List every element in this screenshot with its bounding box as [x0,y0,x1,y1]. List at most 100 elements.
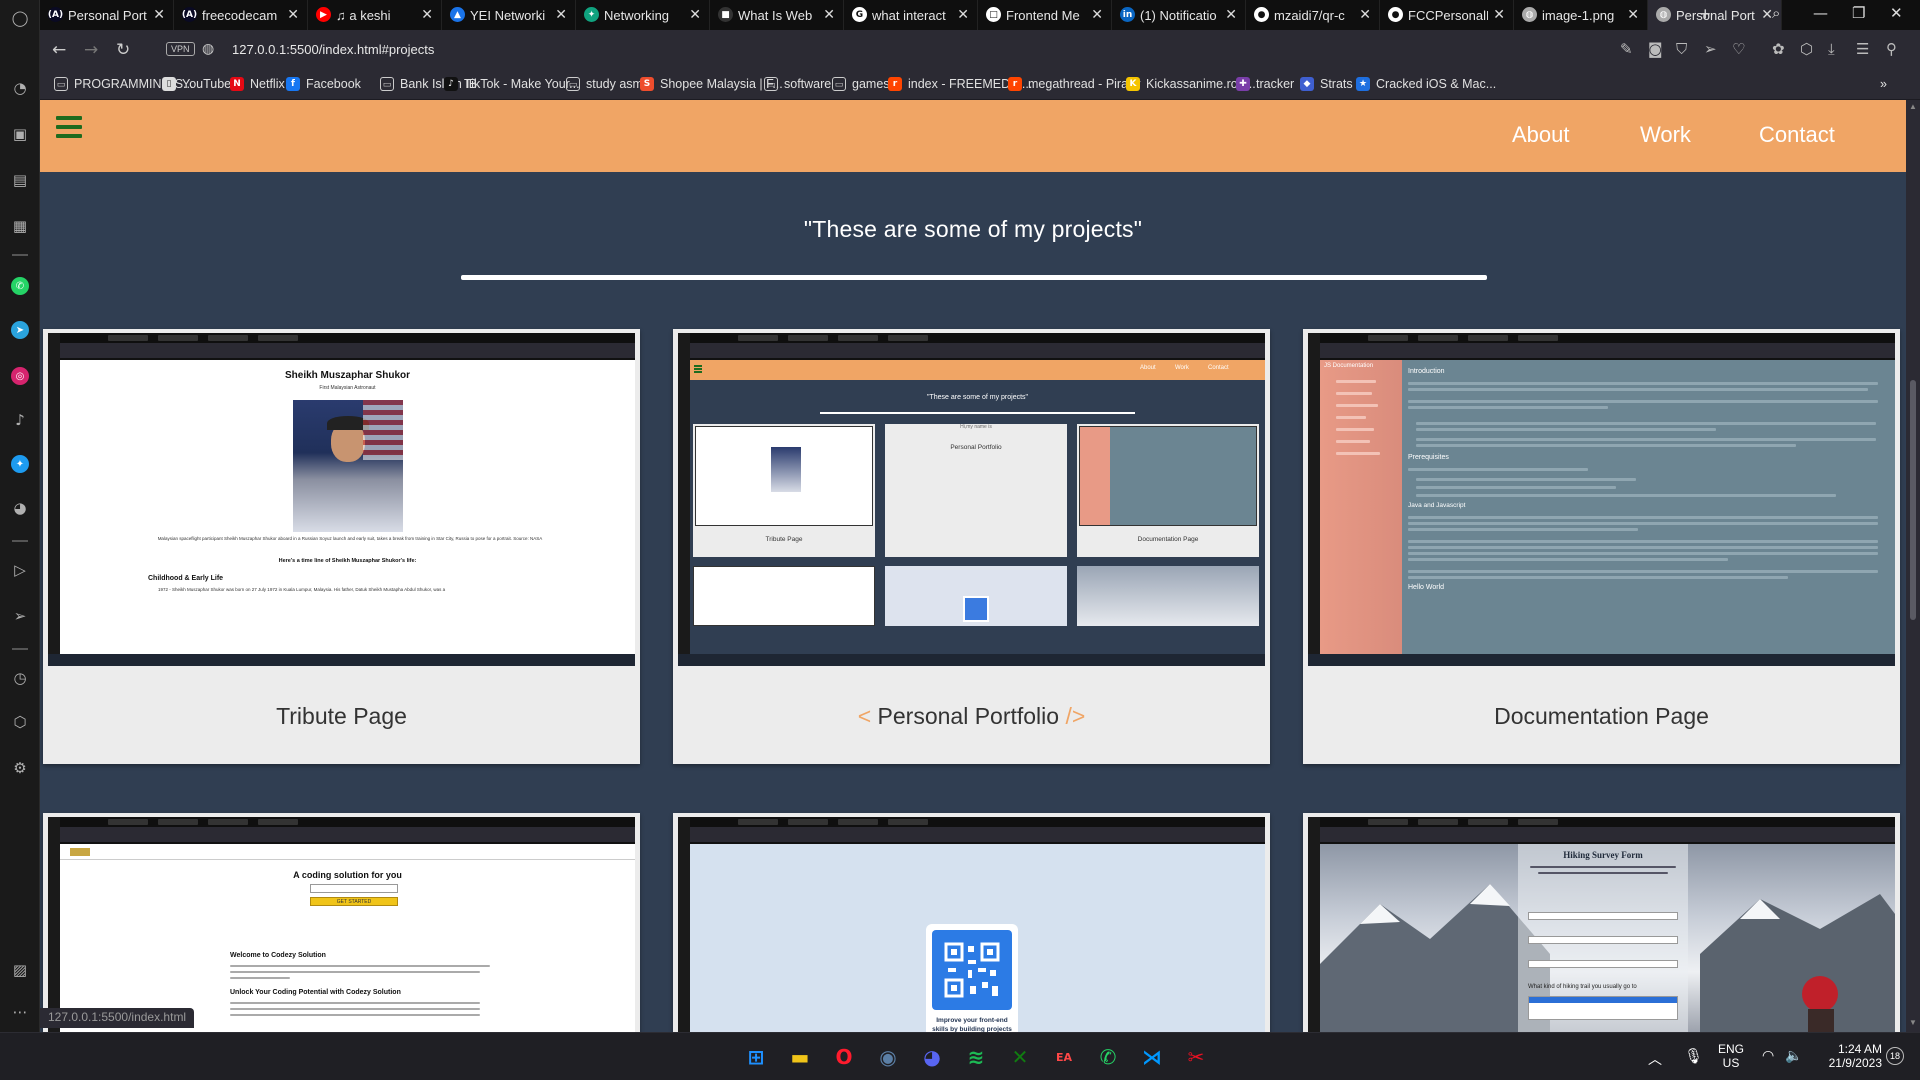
edit-icon[interactable]: ✎ [1620,40,1633,58]
project-card-tribute[interactable]: Sheikh Muszaphar Shukor First Malaysian … [43,329,640,764]
steam-icon[interactable]: ◉ [872,1041,904,1073]
opera-menu-icon[interactable]: ◯ [8,6,32,30]
tab-close-icon[interactable]: ✕ [1359,6,1371,23]
scroll-down-arrow-icon[interactable]: ▼ [1909,1018,1917,1027]
browser-tab[interactable]: (A) Personal Port ✕ [40,0,174,30]
project-title-tribute[interactable]: Tribute Page [43,703,640,730]
tab-close-icon[interactable]: ✕ [1091,6,1103,23]
new-tab-plus-icon[interactable]: + [1700,4,1711,25]
opera-icon[interactable]: O [828,1041,860,1073]
vscode-icon[interactable]: ⋊ [1136,1041,1168,1073]
maximize-button[interactable]: ❐ [1852,4,1865,22]
nav-link-work[interactable]: Work [1640,122,1691,148]
twitch-icon[interactable]: ▤ [8,168,32,192]
project-card-portfolio[interactable]: About Work Contact "These are some of my… [673,329,1270,764]
snipping-tool-icon[interactable]: ✂ [1180,1041,1212,1073]
bookmark-item[interactable]: ✚ tracker [1236,77,1294,91]
project-card-survey[interactable]: Hiking Survey Form What kind of hiking t… [1303,813,1900,1032]
close-window-button[interactable]: ✕ [1890,4,1903,22]
project-title-documentation[interactable]: Documentation Page [1303,703,1900,730]
tab-close-icon[interactable]: ✕ [555,6,567,23]
browser-tab[interactable]: ◍ image-1.png ✕ [1514,0,1648,30]
spotify-icon[interactable]: ≋ [960,1041,992,1073]
bookmark-item[interactable]: f Facebook [286,77,361,91]
discord-icon[interactable]: ◕ [8,496,32,520]
browser-tab[interactable]: ● FCCPersonalP ✕ [1380,0,1514,30]
bookmark-item[interactable]: N Netflix [230,77,285,91]
discord-icon[interactable]: ◕ [916,1041,948,1073]
tab-close-icon[interactable]: ✕ [287,6,299,23]
scroll-up-arrow-icon[interactable]: ▲ [1909,102,1917,111]
file-explorer-icon[interactable]: ▬ [784,1041,816,1073]
bookmark-item[interactable]: ★ Cracked iOS & Mac... [1356,77,1496,91]
url-field[interactable]: 127.0.0.1:5500/index.html#projects [232,42,434,57]
browser-tab[interactable]: ▶ ♫ a keshi ✕ [308,0,442,30]
browser-tab[interactable]: Gwhat interact ✕ [844,0,978,30]
bookmark-item[interactable]: ◆ Strats [1300,77,1353,91]
cube-icon[interactable]: ⬡ [1800,40,1813,58]
minimize-button[interactable]: — [1813,4,1828,22]
shield-icon[interactable]: ⛉ [1676,40,1687,58]
browser-tab[interactable]: (A) freecodecam ✕ [174,0,308,30]
more-options-icon[interactable]: ⋯ [8,1000,32,1024]
bookmark-item[interactable]: ▯ YouTube [162,77,231,91]
share-send-icon[interactable]: ➢ [1704,40,1717,58]
xbox-icon[interactable]: ✕ [1004,1041,1036,1073]
tab-search-icon[interactable]: ⌕ [1772,4,1780,22]
microphone-icon[interactable]: 🎙 [1684,1047,1703,1065]
browser-tab[interactable]: in (1) Notificatio ✕ [1112,0,1246,30]
heart-icon[interactable]: ♡ [1732,40,1745,58]
notification-badge[interactable]: 18 [1886,1047,1904,1065]
bookmark-item[interactable]: ▭ software [764,77,831,91]
tab-close-icon[interactable]: ✕ [823,6,835,23]
settings-gear-icon[interactable]: ⚙ [8,756,32,780]
scrollbar-thumb[interactable] [1910,380,1916,620]
tab-close-icon[interactable]: ✕ [153,6,165,23]
easy-setup-icon[interactable]: ☰ [1856,40,1869,58]
start-icon[interactable]: ⊞ [740,1041,772,1073]
whatsapp-icon[interactable]: ✆ [8,274,32,298]
speed-dial-icon[interactable]: ◔ [8,76,32,100]
bookmark-item[interactable]: ▭ study asmr [566,77,647,91]
nav-link-about[interactable]: About [1512,122,1570,148]
reload-icon[interactable]: ↻ [116,40,130,60]
gallery-icon[interactable]: ▨ [8,958,32,982]
tiktok-icon[interactable]: ♪ [8,408,32,432]
tab-close-icon[interactable]: ✕ [421,6,433,23]
browser-tab[interactable]: ● mzaidi7/qr-c ✕ [1246,0,1380,30]
project-card-landing[interactable]: A coding solution for you GET STARTED We… [43,813,640,1032]
show-hidden-icons-chevron-icon[interactable]: ︿ [1648,1049,1662,1069]
browser-tab[interactable]: □ Frontend Me ✕ [978,0,1112,30]
bookmarks-overflow-icon[interactable]: » [1880,77,1887,91]
bookmark-item[interactable]: S Shopee Malaysia | F... [640,77,783,91]
bookmark-item[interactable]: ▭ games [832,77,890,91]
twitter-icon[interactable]: ✦ [8,452,32,476]
crypto-wallet-icon[interactable]: ▦ [8,214,32,238]
player-icon[interactable]: ▷ [8,558,32,582]
whatsapp-icon[interactable]: ✆ [1092,1041,1124,1073]
forward-arrow-icon[interactable]: → [84,40,98,60]
page-scrollbar[interactable]: ▲ ▼ [1906,100,1920,1032]
vpn-badge[interactable]: VPN [166,42,195,56]
instagram-icon[interactable]: ◎ [8,364,32,388]
tab-close-icon[interactable]: ✕ [1493,6,1505,23]
bookmark-item[interactable]: ♪ TikTok - Make Your... [444,77,580,91]
download-icon[interactable]: ⤓ [1828,40,1835,58]
nav-link-contact[interactable]: Contact [1759,122,1835,148]
tab-close-icon[interactable]: ✕ [1225,6,1237,23]
tab-close-icon[interactable]: ✕ [1627,6,1639,23]
camera-icon[interactable]: ◙ [1648,40,1663,58]
volume-icon[interactable]: 🔈 [1785,1047,1802,1064]
project-card-qr[interactable]: Improve your front-end skills by buildin… [673,813,1270,1032]
wifi-icon[interactable]: ◠ [1762,1047,1774,1064]
browser-tab[interactable]: ✦ Networking ✕ [576,0,710,30]
ea-icon[interactable]: EA [1048,1041,1080,1073]
account-icon[interactable]: ⚲ [1886,40,1897,58]
tab-close-icon[interactable]: ✕ [689,6,701,23]
browser-tab[interactable]: ▲ YEI Networki ✕ [442,0,576,30]
browser-tab[interactable]: ◍ Personal Port ✕ [1648,0,1782,30]
shopping-icon[interactable]: ▣ [8,122,32,146]
project-title-portfolio[interactable]: < Personal Portfolio /> [673,703,1270,730]
extensions-box-icon[interactable]: ⬡ [8,710,32,734]
project-card-documentation[interactable]: JS Documentation Introduction Prerequisi… [1303,329,1900,764]
